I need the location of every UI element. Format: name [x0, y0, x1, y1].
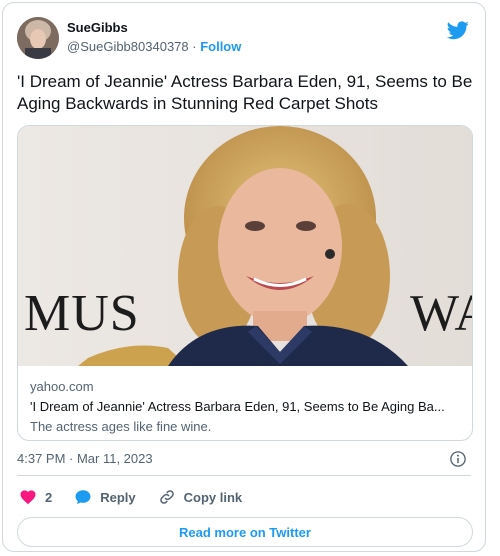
author-block: SueGibbs @SueGibb80340378 · Follow — [67, 20, 241, 56]
link-icon — [159, 490, 174, 504]
action-bar: 2 Reply Copy link — [19, 487, 264, 507]
heart-icon — [20, 490, 36, 505]
author-name[interactable]: SueGibbs — [67, 20, 241, 36]
author-handle-row: @SueGibb80340378 · Follow — [67, 38, 241, 56]
link-preview-card[interactable]: MUS WA yahoo.com 'I Dream of Jeannie' Ac… — [17, 125, 473, 441]
divider — [17, 475, 471, 476]
reply-label: Reply — [100, 489, 136, 505]
author-handle[interactable]: @SueGibb80340378 — [67, 39, 189, 54]
like-count: 2 — [45, 489, 53, 505]
tweet-text: 'I Dream of Jeannie' Actress Barbara Ede… — [17, 72, 473, 113]
backdrop-text-left: MUS — [24, 285, 140, 342]
backdrop-text-right: WA — [410, 285, 472, 342]
read-more-label: Read more on Twitter — [179, 524, 311, 540]
read-more-button[interactable]: Read more on Twitter — [17, 517, 473, 547]
info-icon[interactable] — [449, 450, 467, 468]
reply-bubble-icon — [75, 490, 91, 505]
link-title: 'I Dream of Jeannie' Actress Barbara Ede… — [30, 399, 445, 414]
twitter-bird-icon[interactable] — [447, 19, 469, 41]
link-meta: yahoo.com 'I Dream of Jeannie' Actress B… — [30, 378, 462, 436]
tweet-timestamp[interactable]: 4:37 PM · Mar 11, 2023 — [17, 451, 153, 466]
copy-link-label: Copy link — [183, 489, 243, 505]
like-button[interactable]: 2 — [19, 488, 52, 506]
handle-separator: · — [188, 39, 201, 54]
follow-link[interactable]: Follow — [200, 39, 241, 54]
link-domain: yahoo.com — [30, 379, 94, 394]
copy-link-button[interactable]: Copy link — [158, 488, 243, 506]
avatar[interactable] — [17, 17, 59, 59]
link-description: The actress ages like fine wine. — [30, 419, 212, 434]
tweet-embed-card: SueGibbs @SueGibb80340378 · Follow 'I Dr… — [2, 2, 486, 552]
reply-button[interactable]: Reply — [74, 488, 136, 506]
